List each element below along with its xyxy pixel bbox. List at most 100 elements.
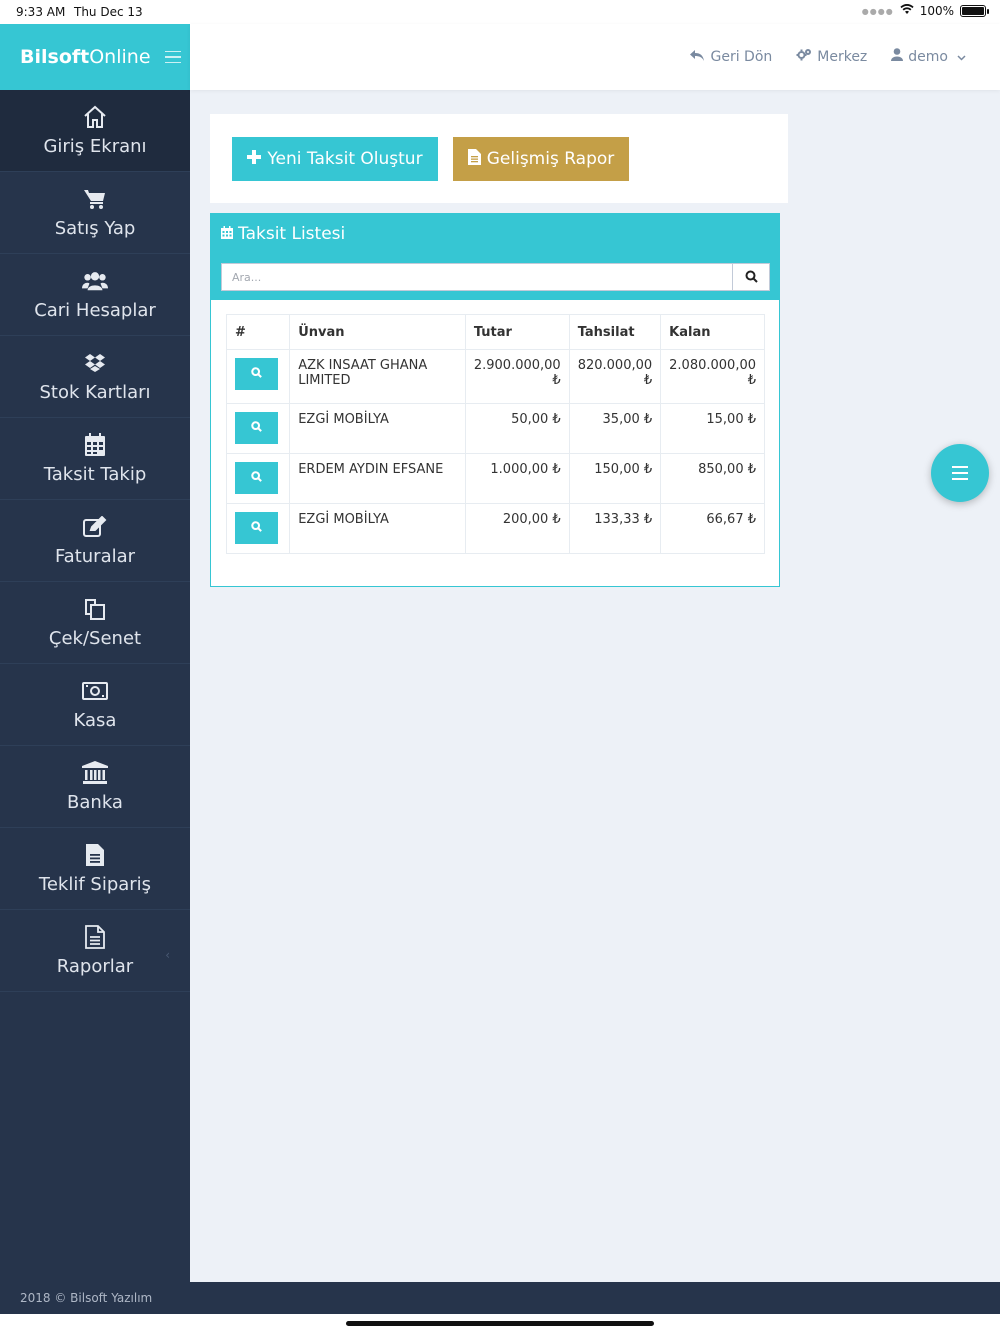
column-header: #	[225, 314, 291, 350]
dropbox-icon	[82, 350, 108, 376]
brand-logo[interactable]: BilsoftOnline	[20, 46, 151, 68]
amount-cell: 2.900.000,00 ₺	[464, 349, 570, 404]
floating-menu-button[interactable]	[931, 444, 989, 502]
sidebar-item-label: Taksit Takip	[43, 464, 147, 485]
search-input[interactable]	[221, 263, 732, 291]
view-details-button[interactable]	[235, 358, 278, 390]
signal-icon: ●●●●	[861, 6, 894, 16]
table-header-row: # Ünvan Tutar Tahsilat Kalan	[225, 314, 765, 350]
branch-label: Merkez	[817, 48, 868, 65]
table-row: EZGİ MOBİLYA 50,00 ₺ 35,00 ₺ 15,00 ₺	[225, 403, 765, 454]
panel-title: Taksit Listesi	[221, 224, 345, 244]
table-row: AZK INSAAT GHANA LIMITED 2.900.000,00 ₺ …	[225, 349, 765, 404]
home-indicator[interactable]	[346, 1321, 654, 1326]
view-details-button[interactable]	[235, 462, 278, 494]
status-right: ●●●● 100%	[861, 4, 989, 18]
view-details-button[interactable]	[235, 412, 278, 444]
file-text-icon	[467, 148, 481, 170]
file-text-icon	[82, 842, 108, 868]
amount-cell: 200,00 ₺	[464, 503, 570, 554]
action-cell	[225, 503, 291, 554]
sidebar-item-stok-kartlari[interactable]: Stok Kartları	[0, 336, 190, 418]
sidebar-item-label: Raporlar	[56, 956, 134, 977]
back-link[interactable]: Geri Dön	[690, 48, 772, 65]
action-card: Yeni Taksit Oluştur Gelişmiş Rapor	[210, 114, 788, 203]
table-row: ERDEM AYDIN EFSANE 1.000,00 ₺ 150,00 ₺ 8…	[225, 453, 765, 504]
reply-icon	[690, 49, 705, 65]
amount-cell: 50,00 ₺	[464, 403, 570, 454]
footer: 2018 © Bilsoft Yazılım	[0, 1282, 1000, 1314]
action-cell	[225, 453, 291, 504]
sidebar-item-faturalar[interactable]: Faturalar	[0, 500, 190, 582]
search-button[interactable]	[732, 263, 770, 291]
title-cell: AZK INSAAT GHANA LIMITED	[289, 349, 466, 404]
calendar-icon	[221, 224, 233, 244]
top-header: Geri Dön Merkez demo	[190, 24, 1000, 90]
search-icon	[251, 470, 262, 486]
sidebar-item-taksit-takip[interactable]: Taksit Takip	[0, 418, 190, 500]
advanced-report-button[interactable]: Gelişmiş Rapor	[453, 137, 629, 181]
menu-toggle-icon[interactable]	[164, 50, 181, 64]
status-time: 9:33 AM	[16, 5, 66, 19]
remaining-cell: 850,00 ₺	[660, 453, 765, 504]
remaining-cell: 15,00 ₺	[660, 403, 765, 454]
sidebar-item-label: Satış Yap	[54, 218, 136, 239]
collected-cell: 150,00 ₺	[568, 453, 662, 504]
installment-table: # Ünvan Tutar Tahsilat Kalan AZK INSAAT …	[225, 314, 765, 554]
collected-cell: 820.000,00 ₺	[568, 349, 662, 404]
sidebar-item-banka[interactable]: Banka	[0, 746, 190, 828]
title-cell: EZGİ MOBİLYA	[289, 403, 466, 454]
file-icon	[82, 924, 108, 950]
user-icon	[891, 48, 904, 65]
panel-header: Taksit Listesi	[211, 214, 779, 300]
user-menu[interactable]: demo	[891, 48, 966, 65]
title-cell: ERDEM AYDIN EFSANE	[289, 453, 466, 504]
calendar-icon	[82, 432, 108, 458]
cart-icon	[82, 186, 108, 212]
sidebar-item-label: Stok Kartları	[39, 382, 151, 403]
remaining-cell: 2.080.000,00 ₺	[660, 349, 765, 404]
sidebar-item-label: Çek/Senet	[48, 628, 142, 649]
sidebar-item-kasa[interactable]: Kasa	[0, 664, 190, 746]
header-links: Geri Dön Merkez demo	[690, 48, 966, 65]
chevron-down-icon	[957, 49, 966, 65]
new-installment-button[interactable]: Yeni Taksit Oluştur	[232, 137, 438, 181]
search-icon	[251, 520, 262, 536]
money-icon	[82, 678, 108, 704]
sidebar-item-raporlar[interactable]: Raporlar ‹	[0, 910, 190, 992]
sidebar-item-cek-senet[interactable]: Çek/Senet	[0, 582, 190, 664]
battery-percent: 100%	[919, 4, 954, 18]
sidebar-item-cari-hesaplar[interactable]: Cari Hesaplar	[0, 254, 190, 336]
table-row: EZGİ MOBİLYA 200,00 ₺ 133,33 ₺ 66,67 ₺	[225, 503, 765, 554]
title-cell: EZGİ MOBİLYA	[289, 503, 466, 554]
sidebar-item-giris-ekrani[interactable]: Giriş Ekranı	[0, 90, 190, 172]
status-date: Thu Dec 13	[74, 5, 143, 19]
plus-icon	[247, 149, 262, 169]
sidebar-item-label: Kasa	[73, 710, 117, 731]
action-cell	[225, 349, 291, 404]
footer-copyright: 2018 © Bilsoft Yazılım	[20, 1291, 153, 1305]
home-icon	[82, 104, 108, 130]
collected-cell: 35,00 ₺	[568, 403, 662, 454]
sidebar-item-label: Teklif Sipariş	[38, 874, 152, 895]
action-cell	[225, 403, 291, 454]
search-icon	[251, 366, 262, 382]
users-icon	[82, 268, 108, 294]
panel-title-text: Taksit Listesi	[238, 224, 346, 244]
branch-link[interactable]: Merkez	[796, 48, 867, 65]
column-header: Tutar	[464, 314, 570, 350]
search-bar	[221, 263, 770, 291]
new-installment-label: Yeni Taksit Oluştur	[267, 149, 423, 169]
bank-icon	[82, 760, 108, 786]
remaining-cell: 66,67 ₺	[660, 503, 765, 554]
search-icon	[251, 420, 262, 436]
sidebar-item-label: Faturalar	[54, 546, 136, 567]
wifi-icon	[900, 4, 914, 18]
sidebar-item-satis-yap[interactable]: Satış Yap	[0, 172, 190, 254]
view-details-button[interactable]	[235, 512, 278, 544]
column-header: Kalan	[660, 314, 765, 350]
sidebar-item-label: Banka	[67, 792, 123, 813]
sidebar-item-teklif-siparis[interactable]: Teklif Sipariş	[0, 828, 190, 910]
column-header: Tahsilat	[568, 314, 662, 350]
sidebar: Giriş Ekranı Satış Yap Cari Hesaplar Sto…	[0, 90, 190, 1282]
